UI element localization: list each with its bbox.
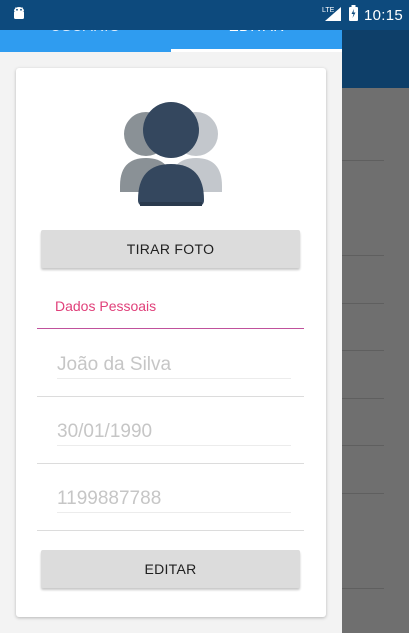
birthdate-field-underline <box>57 445 291 446</box>
background-content <box>342 30 409 633</box>
profile-card: TIRAR FOTO Dados Pessoais João da Silva … <box>16 68 326 617</box>
section-divider <box>37 328 304 329</box>
name-field[interactable]: João da Silva <box>57 354 291 376</box>
phone-field[interactable]: 1199887788 <box>57 488 291 510</box>
row-divider <box>37 530 304 531</box>
row-divider <box>37 396 304 397</box>
take-photo-button[interactable]: TIRAR FOTO <box>41 230 300 268</box>
users-group-icon <box>106 98 236 210</box>
background-divider <box>342 398 384 399</box>
battery-icon <box>348 4 358 26</box>
background-divider <box>342 303 384 304</box>
tab-indicator <box>171 49 342 52</box>
birthdate-field[interactable]: 30/01/1990 <box>57 421 291 443</box>
edit-button[interactable]: EDITAR <box>41 550 300 588</box>
navigation-drawer: USUÁRIO EDITAR TIRAR FOTO Dados Pessoais… <box>0 0 342 633</box>
android-icon <box>12 6 26 20</box>
status-bar: LTE 10:15 <box>0 0 409 30</box>
background-divider <box>342 350 384 351</box>
background-divider <box>342 255 384 256</box>
background-divider <box>342 445 384 446</box>
background-header <box>342 30 409 88</box>
background-divider <box>342 588 384 589</box>
svg-text:LTE: LTE <box>322 7 335 14</box>
clock: 10:15 <box>363 6 403 24</box>
background-divider <box>342 493 384 494</box>
name-field-underline <box>57 378 291 379</box>
phone-field-underline <box>57 512 291 513</box>
background-divider <box>342 160 384 161</box>
section-title: Dados Pessoais <box>55 298 157 314</box>
row-divider <box>37 463 304 464</box>
lte-signal-icon: LTE <box>321 4 343 27</box>
